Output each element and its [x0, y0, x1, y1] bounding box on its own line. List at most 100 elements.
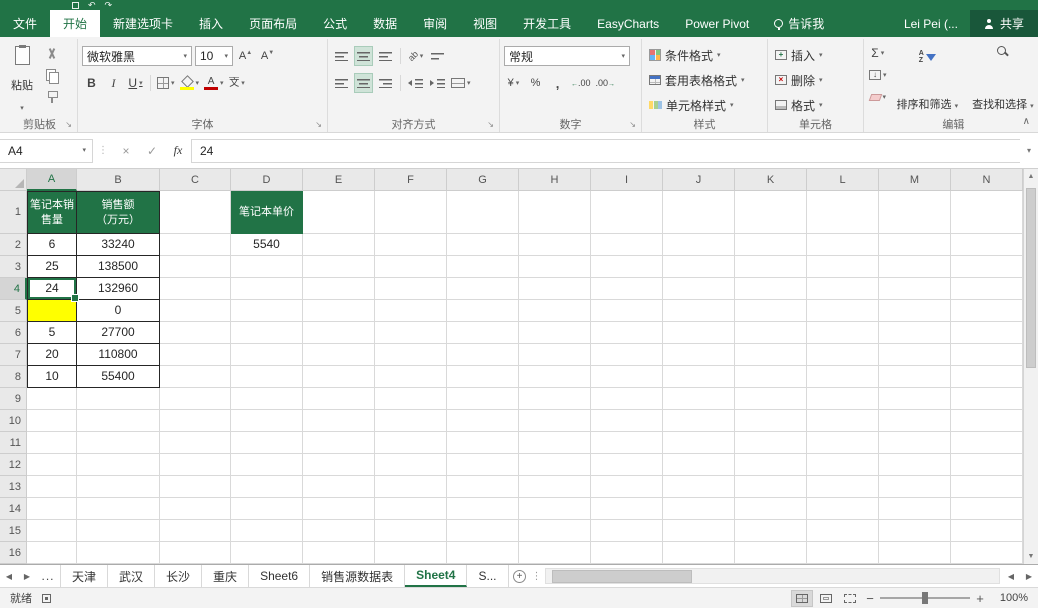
cell-K13[interactable]: [735, 476, 807, 498]
cell-L5[interactable]: [807, 300, 879, 322]
cell-G5[interactable]: [447, 300, 519, 322]
cell-F7[interactable]: [375, 344, 447, 366]
cell-N1[interactable]: [951, 191, 1023, 234]
cell-N4[interactable]: [951, 278, 1023, 300]
cell-I13[interactable]: [591, 476, 663, 498]
format-painter-button[interactable]: [42, 87, 61, 107]
cell-C12[interactable]: [160, 454, 231, 476]
cell-F9[interactable]: [375, 388, 447, 410]
cell-G14[interactable]: [447, 498, 519, 520]
cell-D1[interactable]: 笔记本单价: [231, 191, 303, 234]
cell-K15[interactable]: [735, 520, 807, 542]
cell-J9[interactable]: [663, 388, 735, 410]
cell-F16[interactable]: [375, 542, 447, 564]
cell-C5[interactable]: [160, 300, 231, 322]
column-header-E[interactable]: E: [303, 169, 375, 191]
cell-L3[interactable]: [807, 256, 879, 278]
cell-A11[interactable]: [27, 432, 77, 454]
clipboard-dialog-launcher-icon[interactable]: ↘: [65, 121, 72, 129]
cell-C14[interactable]: [160, 498, 231, 520]
cell-D14[interactable]: [231, 498, 303, 520]
cell-A2[interactable]: 6: [27, 234, 77, 256]
cell-C11[interactable]: [160, 432, 231, 454]
fill-button[interactable]: ↓▾: [868, 65, 888, 85]
cell-H12[interactable]: [519, 454, 591, 476]
borders-button[interactable]: ▾: [156, 73, 176, 93]
cell-C3[interactable]: [160, 256, 231, 278]
column-header-D[interactable]: D: [231, 169, 303, 191]
align-bottom-button[interactable]: [376, 46, 395, 66]
cell-B7[interactable]: 110800: [77, 344, 160, 366]
sheet-scroll-right-icon[interactable]: ▶: [18, 565, 36, 587]
cell-B3[interactable]: 138500: [77, 256, 160, 278]
cell-G2[interactable]: [447, 234, 519, 256]
alignment-dialog-launcher-icon[interactable]: ↘: [487, 121, 494, 129]
cell-A4[interactable]: 24: [27, 278, 77, 300]
cell-H3[interactable]: [519, 256, 591, 278]
save-icon[interactable]: [72, 2, 79, 9]
cell-K5[interactable]: [735, 300, 807, 322]
page-break-view-button[interactable]: [839, 590, 861, 607]
ribbon-tab[interactable]: EasyCharts: [584, 10, 672, 37]
cell-C13[interactable]: [160, 476, 231, 498]
cell-B4[interactable]: 132960: [77, 278, 160, 300]
cell-J5[interactable]: [663, 300, 735, 322]
cell-N14[interactable]: [951, 498, 1023, 520]
cell-I10[interactable]: [591, 410, 663, 432]
orientation-button[interactable]: ab▾: [406, 46, 425, 66]
cell-G3[interactable]: [447, 256, 519, 278]
cell-J4[interactable]: [663, 278, 735, 300]
cell-K4[interactable]: [735, 278, 807, 300]
cell-C4[interactable]: [160, 278, 231, 300]
cell-G10[interactable]: [447, 410, 519, 432]
cell-E14[interactable]: [303, 498, 375, 520]
column-header-G[interactable]: G: [447, 169, 519, 191]
cell-M3[interactable]: [879, 256, 951, 278]
cell-F12[interactable]: [375, 454, 447, 476]
cell-D10[interactable]: [231, 410, 303, 432]
cell-C1[interactable]: [160, 191, 231, 234]
cell-G7[interactable]: [447, 344, 519, 366]
cell-A8[interactable]: 10: [27, 366, 77, 388]
font-family-select[interactable]: 微软雅黑▾: [82, 46, 192, 66]
cell-H16[interactable]: [519, 542, 591, 564]
align-top-button[interactable]: [332, 46, 351, 66]
cell-K11[interactable]: [735, 432, 807, 454]
name-box[interactable]: A4▾: [0, 139, 93, 163]
cell-N3[interactable]: [951, 256, 1023, 278]
row-header-12[interactable]: 12: [0, 454, 27, 476]
cell-G8[interactable]: [447, 366, 519, 388]
decrease-decimal-button[interactable]: .00→: [595, 73, 617, 93]
cell-D6[interactable]: [231, 322, 303, 344]
cell-B5[interactable]: 0: [77, 300, 160, 322]
cell-L13[interactable]: [807, 476, 879, 498]
cell-I6[interactable]: [591, 322, 663, 344]
clear-button[interactable]: ▾: [868, 87, 888, 107]
zoom-out-button[interactable]: −: [862, 591, 878, 606]
zoom-level[interactable]: 100%: [988, 592, 1028, 604]
cell-A14[interactable]: [27, 498, 77, 520]
column-header-K[interactable]: K: [735, 169, 807, 191]
cell-B2[interactable]: 33240: [77, 234, 160, 256]
cell-D5[interactable]: [231, 300, 303, 322]
cell-A7[interactable]: 20: [27, 344, 77, 366]
cell-K1[interactable]: [735, 191, 807, 234]
cell-H11[interactable]: [519, 432, 591, 454]
ribbon-tab[interactable]: 插入: [186, 10, 236, 37]
row-header-13[interactable]: 13: [0, 476, 27, 498]
tell-me-button[interactable]: 告诉我: [762, 10, 836, 37]
cell-J11[interactable]: [663, 432, 735, 454]
cell-M1[interactable]: [879, 191, 951, 234]
cell-N11[interactable]: [951, 432, 1023, 454]
row-header-10[interactable]: 10: [0, 410, 27, 432]
cell-N16[interactable]: [951, 542, 1023, 564]
ribbon-tab[interactable]: 公式: [310, 10, 360, 37]
cell-C8[interactable]: [160, 366, 231, 388]
cell-I14[interactable]: [591, 498, 663, 520]
cell-F10[interactable]: [375, 410, 447, 432]
cell-L9[interactable]: [807, 388, 879, 410]
conditional-formatting-button[interactable]: 条件格式▾: [646, 44, 763, 66]
cell-E3[interactable]: [303, 256, 375, 278]
cell-F13[interactable]: [375, 476, 447, 498]
cell-M12[interactable]: [879, 454, 951, 476]
